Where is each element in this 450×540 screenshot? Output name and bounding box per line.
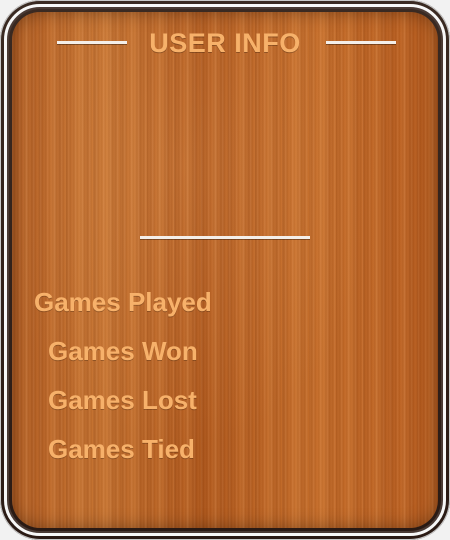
stat-games-won: Games Won: [48, 336, 198, 366]
stat-games-tied: Games Tied: [48, 434, 195, 464]
stat-games-played: Games Played: [34, 287, 212, 317]
user-stats-list: Games Played Games Won Games Lost Games …: [0, 0, 450, 540]
stat-games-lost: Games Lost: [48, 385, 197, 415]
user-info-panel: USER INFO Games Played Games Won Games L…: [0, 0, 450, 540]
